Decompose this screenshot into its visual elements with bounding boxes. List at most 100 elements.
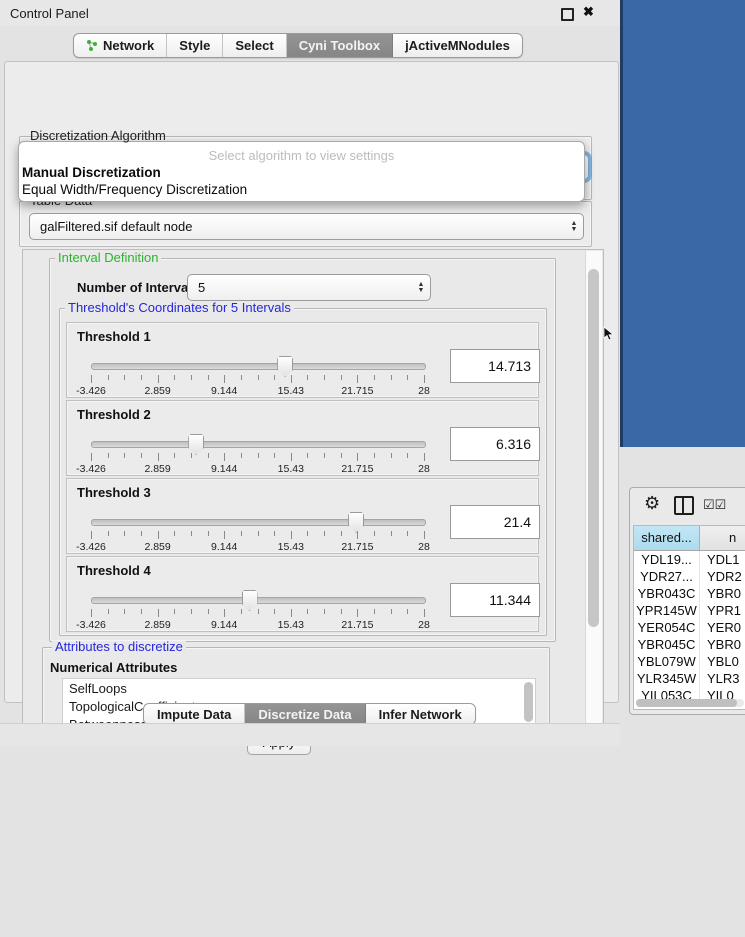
discretization-algorithm-group-title: Discretization Algorithm (27, 130, 169, 142)
column-header-shared-name[interactable]: shared... (634, 526, 700, 550)
close-panel-icon[interactable]: ✖ (583, 4, 594, 20)
main-scrollbar[interactable] (585, 251, 602, 723)
table-cell: YLR3 (700, 670, 745, 687)
table-panel-titlebar: Table Panel (620, 447, 745, 485)
table-cell: YER0 (700, 619, 745, 636)
threshold-slider[interactable] (91, 519, 426, 526)
slider-ticks (91, 609, 424, 617)
table-cell: YBR0 (700, 585, 745, 602)
tab-label: Discretize Data (258, 707, 351, 722)
main-scrollbar-thumb[interactable] (588, 269, 599, 627)
slider-tick-labels: -3.4262.8599.14415.4321.71528 (91, 463, 424, 475)
column-header-name[interactable]: n (700, 526, 745, 550)
threshold-value-field[interactable]: 14.713 (450, 349, 540, 383)
table-cell: YBR045C (634, 636, 700, 653)
split-columns-icon[interactable] (674, 496, 694, 515)
tab-impute-data[interactable]: Impute Data (144, 704, 245, 724)
tab-label: Network (103, 38, 154, 53)
tab-cyni-toolbox[interactable]: Cyni Toolbox (287, 34, 393, 57)
slider-handle[interactable] (242, 590, 258, 611)
attributes-group-title: Attributes to discretize (52, 641, 186, 653)
select-columns-icon[interactable]: ☑☑ (703, 497, 726, 513)
tab-label: Cyni Toolbox (299, 38, 380, 53)
interval-definition-title: Interval Definition (55, 252, 161, 264)
tab-discretize-data[interactable]: Discretize Data (245, 704, 365, 724)
table-row[interactable]: YDL19...YDL1 (634, 551, 745, 568)
tab-jactivemnodules[interactable]: jActiveMNodules (393, 34, 522, 57)
threshold-slider[interactable] (91, 441, 426, 448)
threshold-label: Threshold 1 (77, 329, 151, 344)
table-cell: YBL0 (700, 653, 745, 670)
slider-handle[interactable] (348, 512, 364, 533)
table-data-combobox[interactable]: galFiltered.sif default node ▲▼ (29, 213, 584, 240)
bottom-strip (0, 723, 620, 746)
attributes-scrollbar-thumb[interactable] (524, 682, 533, 722)
slider-ticks (91, 375, 424, 383)
control-panel-title: Control Panel (10, 6, 89, 21)
slider-tick-labels: -3.4262.8599.14415.4321.71528 (91, 541, 424, 553)
app-root: Control Panel ✖ Network Style Select Cyni T… (0, 0, 745, 745)
table-horizontal-scrollbar-thumb[interactable] (636, 699, 737, 707)
node-table: shared... n YDL19...YDL1YDR27...YDR2YBR0… (633, 525, 745, 710)
attribute-item-selfloops[interactable]: SelfLoops (63, 679, 535, 697)
tab-style[interactable]: Style (167, 34, 223, 57)
table-row[interactable]: YBL079WYBL0 (634, 653, 745, 670)
slider-handle[interactable] (188, 434, 204, 455)
table-cell: YBR043C (634, 585, 700, 602)
gear-icon[interactable]: ⚙ (644, 493, 660, 514)
table-row[interactable]: YBR043CYBR0 (634, 585, 745, 602)
number-of-intervals-value: 5 (188, 280, 412, 295)
threshold-panel-1: Threshold 1 -3.4262.8599.14415.4321.71528… (66, 322, 539, 398)
threshold-slider[interactable] (91, 597, 426, 604)
table-cell: YPR145W (634, 602, 700, 619)
slider-tick-labels: -3.4262.8599.14415.4321.71528 (91, 619, 424, 631)
network-view-frame: GAL80GACGAL11GAL4GCY1HHAP2 (620, 0, 745, 455)
number-of-intervals-label: Number of Intervals (77, 280, 199, 295)
table-row[interactable]: YPR145WYPR1 (634, 602, 745, 619)
slider-ticks (91, 453, 424, 461)
combo-arrows-icon: ▲▼ (565, 221, 583, 232)
table-cell: YDL1 (700, 551, 745, 568)
tab-select[interactable]: Select (223, 34, 286, 57)
slider-handle[interactable] (277, 356, 293, 377)
tab-label: Infer Network (379, 707, 462, 722)
table-cell: YDR2 (700, 568, 745, 585)
combo-arrows-icon: ▲▼ (412, 282, 430, 293)
network-icon (86, 39, 98, 52)
tab-infer-network[interactable]: Infer Network (366, 704, 475, 724)
cyni-toolbox-panel: ▲▼ Discretization Algorithm Select algor… (4, 61, 619, 703)
threshold-label: Threshold 2 (77, 407, 151, 422)
threshold-label: Threshold 3 (77, 485, 151, 500)
table-row[interactable]: YER054CYER0 (634, 619, 745, 636)
algorithm-dropdown-popup: Select algorithm to view settings Manual… (18, 141, 585, 202)
slider-ticks (91, 531, 424, 539)
table-row[interactable]: YBR045CYBR0 (634, 636, 745, 653)
algorithm-option-equal-width[interactable]: Equal Width/Frequency Discretization (22, 182, 576, 197)
numerical-attributes-label: Numerical Attributes (50, 660, 177, 675)
table-cell: YBR0 (700, 636, 745, 653)
threshold-value-field[interactable]: 6.316 (450, 427, 540, 461)
tab-label: Select (235, 38, 273, 53)
table-cell: YDL19... (634, 551, 700, 568)
table-row[interactable]: YDR27...YDR2 (634, 568, 745, 585)
threshold-panel-4: Threshold 4-3.4262.8599.14415.4321.71528… (66, 556, 539, 632)
number-of-intervals-combobox[interactable]: 5 ▲▼ (187, 274, 431, 301)
table-header-row: shared... n (634, 526, 745, 551)
control-panel-titlebar: Control Panel ✖ (0, 0, 620, 26)
threshold-value-field[interactable]: 21.4 (450, 505, 540, 539)
slider-tick-labels: -3.4262.8599.14415.4321.71528 (91, 385, 424, 397)
control-panel-tab-bar: Network Style Select Cyni Toolbox jActiveMNo… (73, 33, 523, 58)
threshold-value-field[interactable]: 11.344 (450, 583, 540, 617)
algorithm-option-manual[interactable]: Manual Discretization (22, 165, 576, 180)
table-horizontal-scrollbar[interactable] (636, 699, 744, 707)
threshold-slider[interactable] (91, 363, 426, 370)
table-cell: YER054C (634, 619, 700, 636)
table-row[interactable]: YLR345WYLR3 (634, 670, 745, 687)
cyni-mode-tab-bar: Impute Data Discretize Data Infer Network (143, 703, 476, 725)
threshold-panel-3: Threshold 3 -3.4262.8599.14415.4321.71528… (66, 478, 539, 554)
tab-network[interactable]: Network (74, 34, 167, 57)
float-panel-icon[interactable] (561, 8, 574, 21)
table-cell: YPR1 (700, 602, 745, 619)
tab-label: jActiveMNodules (405, 38, 510, 53)
threshold-coordinates-title: Threshold's Coordinates for 5 Intervals (65, 302, 294, 314)
